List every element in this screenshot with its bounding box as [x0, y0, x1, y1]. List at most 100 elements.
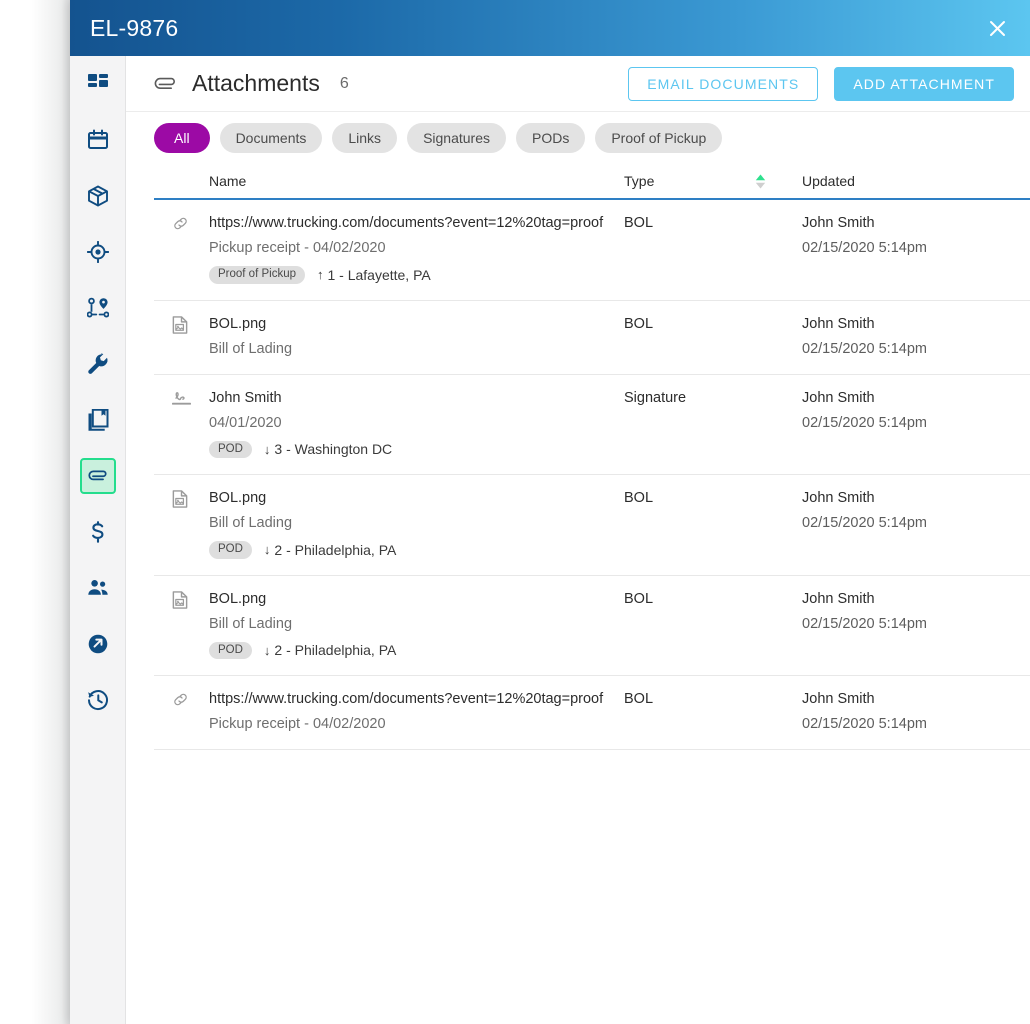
row-name: https://www.trucking.com/documents?event… [209, 691, 604, 707]
row-updated-cell: John Smith 02/15/2020 5:14pm [802, 690, 1030, 733]
filter-chip-group: All Documents Links Signatures PODs Proof of … [126, 112, 1030, 164]
row-name: BOL.png [209, 590, 267, 607]
package-box-icon [87, 185, 109, 207]
row-name-cell: BOL.png Bill of Lading POD ↓ 2 - Philadelphi… [154, 489, 624, 559]
modal-backdrop [0, 0, 70, 1024]
stop-label: 2 - Philadelphia, PA [274, 642, 397, 659]
sidebar-item-history[interactable] [80, 682, 116, 718]
dialog-title: EL-9876 [90, 14, 179, 41]
table-body: https://www.trucking.com/documents?event… [154, 200, 1030, 750]
row-stop: ↓ 2 - Philadelphia, PA [264, 542, 396, 558]
stop-direction-arrow-icon: ↓ [263, 542, 271, 558]
route-pins-icon [86, 297, 109, 319]
row-name: BOL.png [209, 490, 267, 506]
table-row[interactable]: John Smith 04/01/2020 POD ↓ 3 - Washington D… [154, 375, 1030, 475]
sidebar-item-shipments[interactable] [80, 178, 116, 214]
filter-chip-links[interactable]: Links [332, 123, 398, 153]
column-header-name[interactable]: Name [154, 173, 624, 189]
filter-chip-proof-of-pickup[interactable]: Proof of Pickup [595, 123, 723, 153]
filter-chip-all[interactable]: All [154, 123, 210, 153]
filter-chip-documents[interactable]: Documents [219, 123, 323, 153]
attachments-panel: Attachments 6 EMAIL DOCUMENTS ADD ATTACH… [126, 56, 1030, 1024]
row-name-cell: BOL.png Bill of Lading [154, 315, 624, 358]
email-documents-button[interactable]: EMAIL DOCUMENTS [628, 66, 819, 101]
books-icon [87, 409, 109, 431]
row-subtitle: Pickup receipt - 04/02/2020 [209, 716, 386, 732]
app-root: EL-9876 Attachments 6 EMAIL DOCUMENTS AD… [0, 0, 1030, 1024]
column-header-type[interactable]: Type [624, 173, 802, 189]
sidebar-item-contacts[interactable] [80, 570, 116, 606]
page-title: Attachments [192, 70, 320, 96]
row-stop: ↓ 2 - Philadelphia, PA [264, 642, 396, 658]
stop-direction-arrow-icon: ↓ [263, 441, 271, 457]
status-badge: Proof of Pickup [209, 266, 305, 284]
stop-label: 3 - Washington DC [274, 441, 393, 458]
row-subtitle: Bill of Lading [209, 340, 293, 357]
dashboard-grid-icon [87, 73, 109, 95]
dollar-sign-icon [87, 521, 109, 543]
row-meta: Proof of Pickup ↑ 1 - Lafayette, PA [209, 266, 624, 284]
row-updated-at: 02/15/2020 5:14pm [802, 414, 927, 431]
row-name-cell: https://www.trucking.com/documents?event… [154, 214, 624, 284]
row-name: https://www.trucking.com/documents?event… [209, 215, 604, 231]
panel-header: Attachments 6 EMAIL DOCUMENTS ADD ATTACH… [126, 56, 1030, 112]
sidebar-item-maintenance[interactable] [80, 346, 116, 382]
status-badge: POD [209, 541, 252, 559]
row-updated-cell: John Smith 02/15/2020 5:14pm [802, 214, 1030, 257]
column-header-updated[interactable]: Updated [802, 173, 1030, 189]
table-row[interactable]: https://www.trucking.com/documents?event… [154, 676, 1030, 750]
close-icon[interactable] [980, 11, 1014, 45]
row-type: BOL [624, 590, 654, 607]
row-updated-at: 02/15/2020 5:14pm [802, 716, 927, 732]
header-actions: EMAIL DOCUMENTS ADD ATTACHMENT [628, 66, 1014, 101]
table-row[interactable]: BOL.png Bill of Lading POD ↓ 2 - Philadelphi… [154, 576, 1030, 676]
dialog-titlebar: EL-9876 [70, 0, 1030, 56]
row-meta: POD ↓ 2 - Philadelphia, PA [209, 641, 624, 659]
status-badge: POD [209, 440, 252, 458]
sidebar-item-library[interactable] [80, 402, 116, 438]
row-meta: POD ↓ 3 - Washington DC [209, 440, 624, 458]
row-subtitle: Bill of Lading [209, 515, 293, 531]
sidebar-item-dashboard[interactable] [80, 66, 116, 102]
row-updated-by: John Smith [802, 691, 875, 707]
stop-label: 1 - Lafayette, PA [327, 266, 431, 283]
row-subtitle: 04/01/2020 [209, 414, 282, 431]
table-row[interactable]: https://www.trucking.com/documents?event… [154, 200, 1030, 301]
wrench-icon [87, 353, 109, 375]
filter-chip-pods[interactable]: PODs [516, 123, 586, 153]
stop-direction-arrow-icon: ↓ [263, 642, 271, 658]
row-type: BOL [624, 215, 654, 231]
row-type: BOL [624, 315, 654, 332]
row-name-cell: https://www.trucking.com/documents?event… [154, 690, 624, 733]
row-stop: ↓ 3 - Washington DC [264, 441, 392, 457]
row-updated-at: 02/15/2020 5:14pm [802, 515, 927, 531]
row-type: BOL [624, 691, 654, 707]
add-attachment-button[interactable]: ADD ATTACHMENT [834, 66, 1014, 101]
row-updated-by: John Smith [802, 590, 875, 607]
filter-chip-signatures[interactable]: Signatures [407, 123, 506, 153]
sidebar-item-billing[interactable] [80, 514, 116, 550]
sidebar-item-tracking[interactable] [80, 234, 116, 270]
sort-arrows-icon[interactable] [755, 174, 766, 189]
people-icon [87, 577, 109, 599]
row-name-cell: BOL.png Bill of Lading POD ↓ 2 - Philadelphi… [154, 590, 624, 659]
row-subtitle: Bill of Lading [209, 615, 293, 632]
sidebar-item-calendar[interactable] [80, 122, 116, 158]
table-row[interactable]: BOL.png Bill of Lading BOL John Smith 02/15/… [154, 301, 1030, 375]
status-badge: POD [209, 641, 252, 659]
table-row[interactable]: BOL.png Bill of Lading POD ↓ 2 - Philadelphi… [154, 475, 1030, 576]
row-updated-by: John Smith [802, 315, 875, 332]
row-updated-at: 02/15/2020 5:14pm [802, 615, 927, 632]
sidebar-item-routes[interactable] [80, 290, 116, 326]
row-updated-by: John Smith [802, 389, 875, 406]
row-updated-cell: John Smith 02/15/2020 5:14pm [802, 315, 1030, 358]
row-updated-cell: John Smith 02/15/2020 5:14pm [802, 489, 1030, 532]
row-type: BOL [624, 490, 654, 506]
row-updated-cell: John Smith 02/15/2020 5:14pm [802, 389, 1030, 432]
sidebar-item-attachments[interactable] [79, 458, 116, 494]
attachments-dialog: EL-9876 Attachments 6 EMAIL DOCUMENTS AD… [70, 0, 1030, 1024]
paperclip-icon [154, 72, 178, 96]
row-name-cell: John Smith 04/01/2020 POD ↓ 3 - Washington D… [154, 389, 624, 458]
circle-arrow-icon [87, 633, 109, 655]
sidebar-item-dispatch[interactable] [80, 626, 116, 662]
